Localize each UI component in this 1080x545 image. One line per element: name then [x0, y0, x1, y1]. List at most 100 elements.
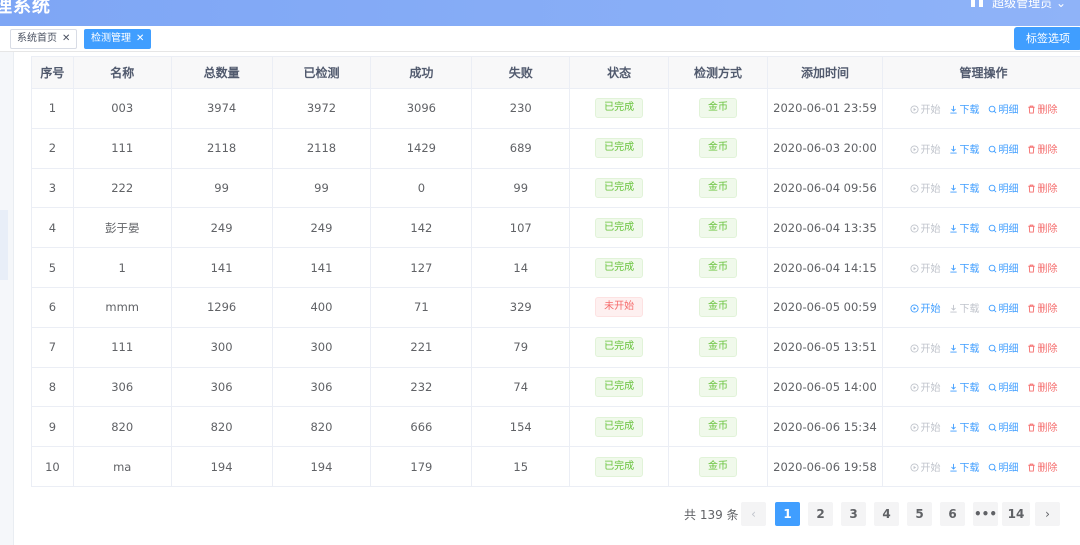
page-button[interactable]: 5 [907, 502, 932, 526]
page-button[interactable]: 1 [775, 502, 800, 526]
delete-label: 删除 [1037, 423, 1058, 435]
delete-button[interactable]: 删除 [1027, 260, 1058, 275]
status-badge: 未开始 [595, 297, 644, 318]
start-button[interactable]: 开始 [909, 141, 941, 156]
cell-idx: 2 [31, 127, 74, 169]
column-header: 总数量 [170, 56, 273, 89]
cell-idx: 9 [31, 406, 74, 448]
status-badge: 已完成 [595, 257, 644, 278]
method-badge: 金币 [698, 98, 737, 119]
page-button[interactable]: 14 [1002, 502, 1030, 526]
method-badge: 金币 [698, 257, 737, 278]
cell-idx: 3 [31, 167, 74, 209]
detail-button[interactable]: 明细 [988, 180, 1019, 195]
cell-total: 300 [170, 326, 273, 368]
cell-fail: 107 [471, 207, 571, 249]
search-icon [988, 304, 996, 313]
close-icon[interactable]: ✕ [136, 33, 144, 44]
start-button[interactable]: 开始 [909, 180, 941, 195]
delete-button[interactable]: 删除 [1027, 101, 1058, 116]
tag-options-button[interactable]: 标签选项 [1014, 27, 1080, 50]
detail-label: 明细 [998, 423, 1019, 435]
download-button[interactable]: 下载 [949, 101, 980, 116]
cell-fail: 79 [471, 326, 571, 368]
start-label: 开始 [920, 104, 941, 116]
download-icon [949, 344, 957, 353]
download-button[interactable]: 下载 [949, 300, 980, 315]
download-button[interactable]: 下载 [949, 220, 980, 235]
status-badge: 已完成 [595, 337, 644, 358]
page-button[interactable]: 3 [841, 502, 866, 526]
start-button[interactable]: 开始 [909, 459, 941, 474]
table-row: 8 306 306 306 232 74 已完成 金币 2020-06-05 14:00 开始 下载… [31, 366, 1080, 408]
table-body: 1 003 3974 3972 3096 230 已完成 金币 2020-06-01 23:59… [31, 88, 1080, 487]
start-button[interactable]: 开始 [909, 379, 941, 394]
cell-total: 141 [170, 247, 273, 288]
page-button[interactable]: 6 [940, 502, 965, 526]
trash-icon [1027, 463, 1035, 472]
detail-button[interactable]: 明细 [988, 141, 1019, 156]
cell-total: 820 [170, 406, 273, 448]
detail-button[interactable]: 明细 [988, 300, 1019, 315]
start-button[interactable]: 开始 [909, 300, 941, 315]
close-icon[interactable]: ✕ [62, 33, 70, 44]
detail-button[interactable]: 明细 [988, 459, 1019, 474]
download-button[interactable]: 下载 [949, 459, 980, 474]
delete-button[interactable]: 删除 [1027, 459, 1058, 474]
detail-button[interactable]: 明细 [988, 101, 1019, 116]
start-button[interactable]: 开始 [909, 220, 941, 236]
detail-label: 明细 [998, 343, 1019, 355]
cell-method: 金币 [668, 247, 768, 288]
start-button[interactable]: 开始 [909, 419, 941, 434]
download-button[interactable]: 下载 [949, 260, 980, 275]
more-pages-button[interactable]: ••• [973, 502, 998, 526]
start-label: 开始 [920, 224, 941, 236]
play-circle-icon [909, 383, 919, 393]
start-button[interactable]: 开始 [909, 101, 941, 116]
cell-checked: 141 [271, 247, 372, 288]
play-circle-icon [909, 423, 919, 432]
prev-page-button[interactable]: ‹ [741, 502, 766, 526]
delete-button[interactable]: 删除 [1027, 300, 1058, 315]
cell-checked: 99 [271, 167, 372, 209]
download-button[interactable]: 下载 [949, 379, 980, 394]
delete-button[interactable]: 删除 [1027, 340, 1058, 355]
tag-home[interactable]: 系统首页 ✕ [10, 29, 78, 49]
download-button[interactable]: 下载 [949, 180, 980, 195]
sidebar-active-mark [0, 210, 8, 280]
start-button[interactable]: 开始 [909, 260, 941, 276]
cell-total: 3974 [170, 88, 273, 129]
detail-button[interactable]: 明细 [988, 340, 1019, 355]
detail-button[interactable]: 明细 [988, 379, 1019, 394]
delete-button[interactable]: 删除 [1027, 141, 1058, 156]
table-row: 6 mmm 1296 400 71 329 未开始 金币 2020-06-05 00:59 开始 下… [31, 286, 1080, 328]
cell-actions: 开始 下载 明细 删除 [882, 366, 1080, 408]
cell-time: 2020-06-05 00:59 [766, 286, 884, 328]
page-button[interactable]: 2 [808, 502, 833, 526]
delete-label: 删除 [1037, 383, 1058, 395]
detail-button[interactable]: 明细 [988, 260, 1019, 275]
cell-method: 金币 [668, 88, 768, 129]
detail-label: 明细 [998, 303, 1019, 315]
next-page-button[interactable]: › [1035, 502, 1060, 526]
detail-label: 明细 [998, 184, 1019, 196]
page-button[interactable]: 4 [874, 502, 899, 526]
detail-button[interactable]: 明细 [988, 220, 1019, 235]
search-icon [988, 105, 996, 114]
delete-button[interactable]: 删除 [1027, 379, 1058, 394]
user-menu[interactable]: 超级管理员 ⌄ [992, 0, 1066, 11]
cell-actions: 开始 下载 明细 删除 [882, 88, 1080, 129]
download-button[interactable]: 下载 [949, 141, 980, 156]
tag-detection[interactable]: 检测管理 ✕ [84, 29, 152, 49]
home-icon[interactable] [970, 0, 984, 7]
download-button[interactable]: 下载 [949, 419, 980, 434]
download-button[interactable]: 下载 [949, 340, 980, 355]
start-label: 开始 [920, 264, 941, 276]
download-icon [949, 463, 957, 472]
detail-button[interactable]: 明细 [988, 419, 1019, 434]
delete-button[interactable]: 删除 [1027, 419, 1058, 434]
column-header: 失败 [471, 56, 571, 89]
delete-button[interactable]: 删除 [1027, 220, 1058, 235]
start-button[interactable]: 开始 [909, 340, 941, 355]
delete-button[interactable]: 删除 [1027, 180, 1058, 195]
